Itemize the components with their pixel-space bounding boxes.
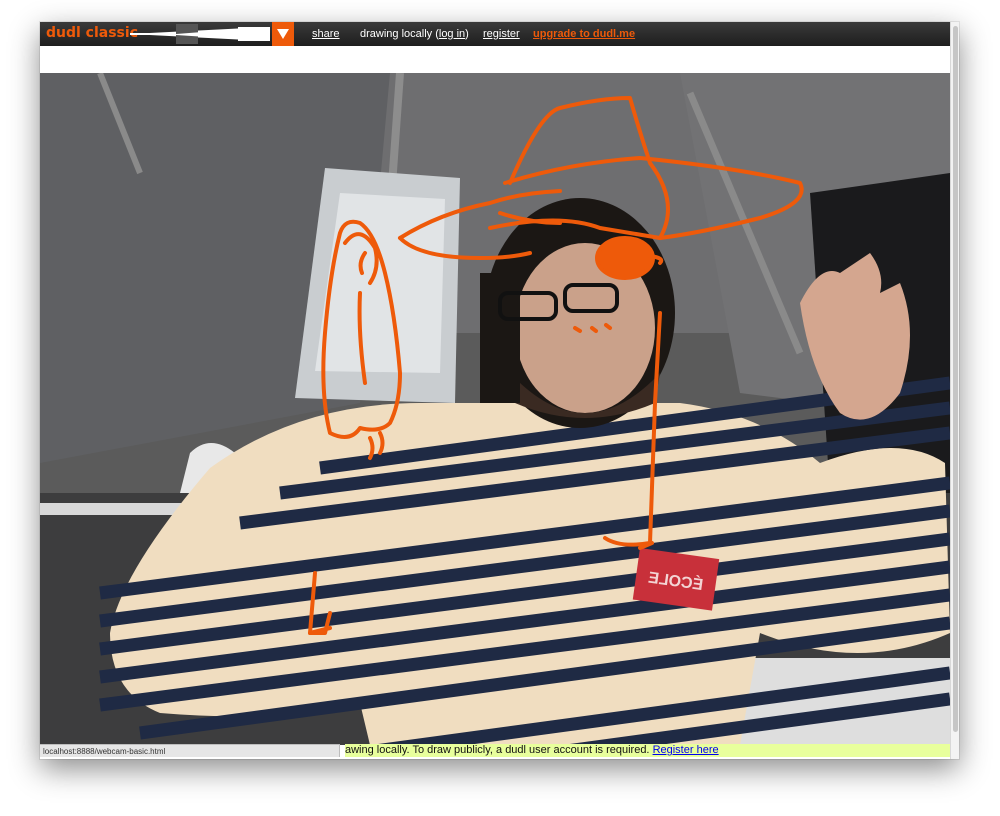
vertical-scrollbar[interactable] [950, 22, 959, 759]
browser-window: dudl classic share drawing locally (log … [40, 22, 959, 759]
drawing-canvas[interactable]: ÉCOLE [40, 73, 950, 745]
notice-text: awing locally. To draw publicly, a dudl … [345, 744, 653, 756]
webcam-image: ÉCOLE [40, 73, 950, 745]
drawing-status: drawing locally (log in) [360, 28, 469, 40]
share-link[interactable]: share [312, 28, 340, 40]
app-logo: dudl classic [46, 25, 138, 41]
login-link[interactable]: log in [439, 28, 465, 40]
register-link[interactable]: register [483, 28, 520, 40]
upgrade-link[interactable]: upgrade to dudl.me [533, 28, 635, 40]
color-dropdown-button[interactable] [272, 22, 294, 46]
scrollbar-thumb[interactable] [953, 26, 958, 732]
toolbar-spacer [40, 46, 950, 73]
brush-size-icon [130, 24, 270, 44]
top-toolbar: dudl classic share drawing locally (log … [40, 22, 950, 46]
status-suffix: ) [465, 28, 469, 40]
status-prefix: drawing locally ( [360, 28, 439, 40]
status-bar-url: localhost:8888/webcam-basic.html [40, 744, 340, 757]
triangle-down-icon [277, 29, 289, 39]
brush-size-slider[interactable] [130, 24, 270, 44]
register-here-link[interactable]: Register here [653, 744, 719, 756]
register-notice: awing locally. To draw publicly, a dudl … [345, 744, 950, 757]
